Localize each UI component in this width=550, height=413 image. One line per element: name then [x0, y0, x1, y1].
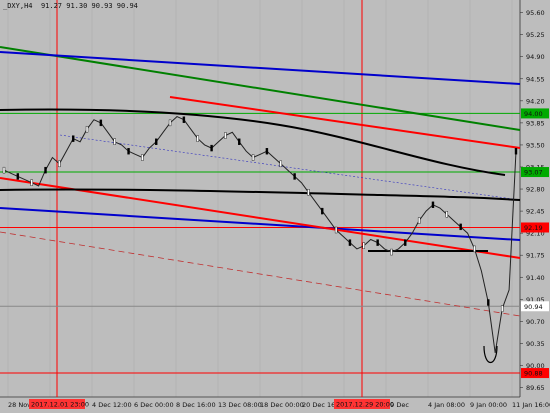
candle	[238, 138, 241, 145]
candle	[459, 223, 462, 231]
candle	[307, 188, 310, 196]
candle	[390, 248, 393, 256]
candle	[362, 242, 365, 249]
x-tick-label: 4 Dec 12:00	[92, 401, 132, 409]
vertical-marker-label: 2017.12.29 20:00	[336, 401, 394, 409]
candle	[196, 135, 199, 142]
symbol-label: _DXY,H4	[3, 2, 33, 10]
candle	[16, 173, 20, 180]
x-tick-label: 13 Dec 08:00	[218, 401, 262, 409]
chart-header: _DXY,H4 91.27 91.30 90.93 90.94	[3, 2, 138, 10]
candle	[2, 166, 6, 174]
candle	[293, 173, 296, 180]
candle	[487, 299, 490, 306]
y-tick-label: 95.25	[526, 31, 545, 39]
candle	[224, 132, 227, 139]
y-tick-label: 94.90	[526, 53, 545, 61]
candle	[514, 148, 518, 155]
price-chart[interactable]: 95.6095.2594.9094.5594.2093.8593.5093.15…	[0, 0, 550, 413]
level-badge-label: 90.88	[524, 370, 543, 378]
y-tick-label: 91.40	[526, 274, 545, 282]
candle	[30, 179, 33, 186]
candle	[210, 144, 213, 152]
candle	[334, 226, 338, 234]
x-tick-label: 9 Jan 00:00	[470, 401, 507, 409]
candle	[113, 138, 116, 145]
y-tick-label: 91.75	[526, 252, 545, 260]
x-tick-label: 11 Jan 16:00	[512, 401, 550, 409]
level-badge-label: 92.19	[524, 224, 543, 232]
vertical-marker-label: 2017.12.01 23:00	[31, 401, 89, 409]
candle	[127, 148, 130, 155]
candle	[431, 201, 435, 209]
y-tick-label: 89.65	[526, 384, 545, 392]
x-tick-label: 18 Dec 00:00	[260, 401, 304, 409]
candle	[279, 160, 282, 168]
candle	[155, 138, 158, 145]
candle	[376, 239, 379, 246]
y-tick-label: 90.35	[526, 340, 545, 348]
y-tick-label: 94.55	[526, 75, 545, 83]
candle	[321, 207, 324, 215]
candle	[473, 245, 476, 253]
x-tick-label: 6 Dec 00:00	[134, 401, 174, 409]
y-tick-label: 90.70	[526, 318, 545, 326]
candle	[71, 135, 75, 142]
candle	[99, 119, 103, 127]
level-badge-label: 93.07	[524, 169, 543, 177]
level-badge-label: 94.00	[524, 110, 543, 118]
candle	[265, 148, 269, 155]
x-tick-label: 8 Dec 16:00	[176, 401, 216, 409]
candle	[182, 116, 186, 123]
y-tick-label: 93.85	[526, 119, 545, 127]
candle	[445, 211, 449, 218]
y-tick-label: 94.20	[526, 97, 545, 105]
chart-canvas[interactable]: 95.6095.2594.9094.5594.2093.8593.5093.15…	[0, 0, 550, 413]
candle	[348, 239, 352, 246]
y-tick-label: 92.45	[526, 208, 545, 216]
candle	[44, 166, 47, 174]
level-badge-label: 90.94	[524, 303, 543, 311]
candle	[85, 125, 89, 133]
candle	[58, 160, 61, 168]
x-tick-label: 4 Jan 08:00	[428, 401, 465, 409]
y-tick-label: 95.60	[526, 9, 545, 17]
y-tick-label: 92.80	[526, 186, 545, 194]
candle	[500, 305, 504, 312]
candle	[141, 154, 144, 161]
ohlc-label: 91.27 91.30 90.93 90.94	[40, 2, 138, 10]
candle	[404, 239, 407, 246]
candle	[417, 217, 421, 224]
y-tick-label: 93.50	[526, 141, 545, 149]
candle	[168, 119, 172, 127]
candle	[251, 154, 255, 161]
